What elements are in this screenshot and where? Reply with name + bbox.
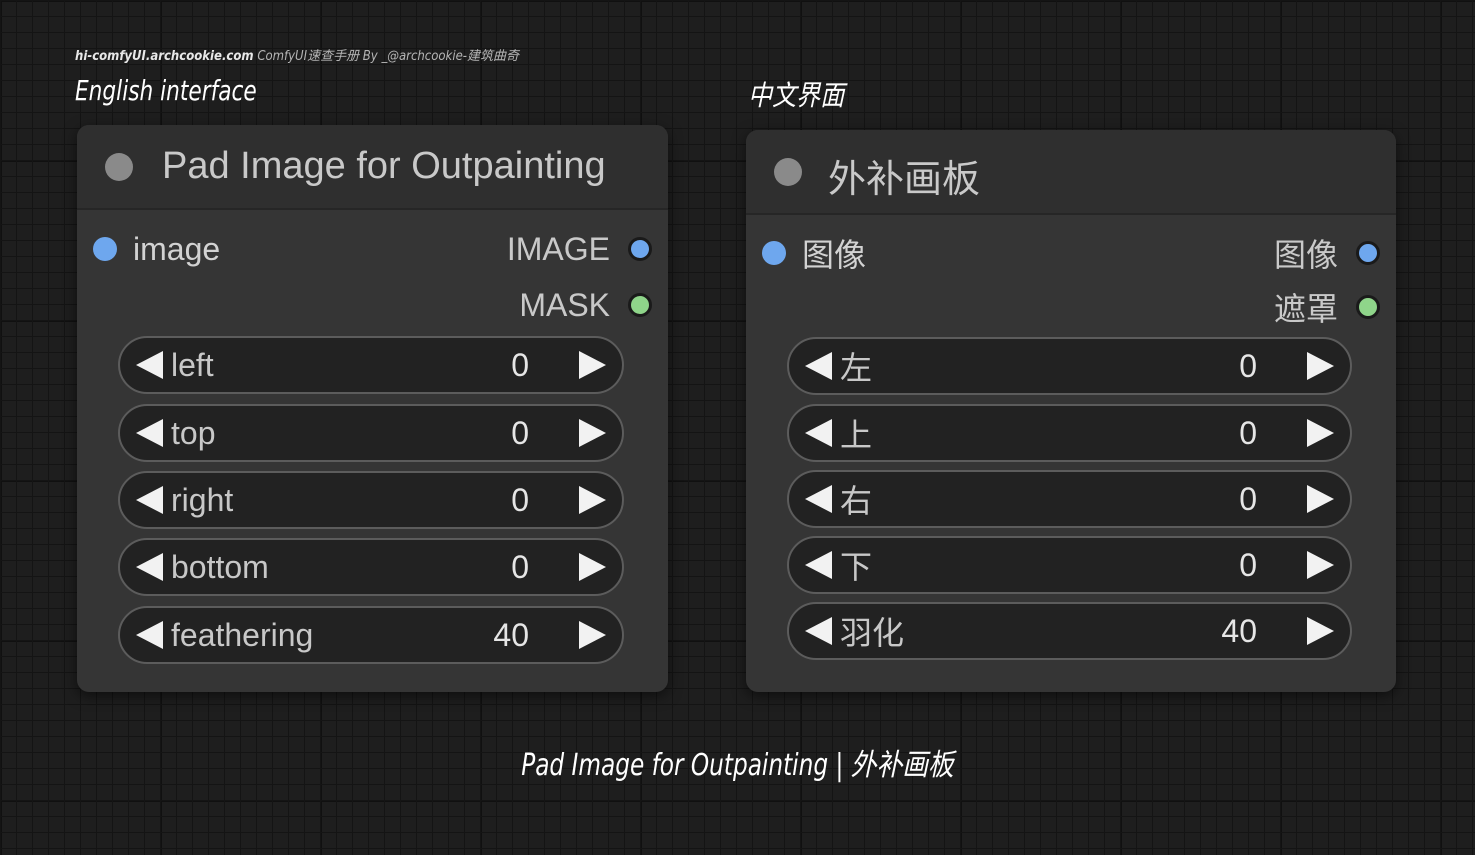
widget-value[interactable]: 0 xyxy=(1239,415,1257,452)
output-slot-label: IMAGE xyxy=(506,230,610,267)
credit-site: hi-comfyUI.archcookie.com xyxy=(75,49,254,64)
output-dot-icon[interactable] xyxy=(1356,295,1380,319)
widget-label: feathering xyxy=(171,616,314,653)
decrement-arrow-icon[interactable] xyxy=(136,351,163,379)
widget-label: 下 xyxy=(840,549,873,585)
widget-right[interactable]: 右 0 xyxy=(787,470,1352,528)
widget-value[interactable]: 0 xyxy=(511,482,529,519)
input-slot-label: 图像 xyxy=(802,237,867,273)
increment-arrow-icon[interactable] xyxy=(1307,419,1334,447)
widget-top[interactable]: top 0 xyxy=(118,404,624,462)
credit-line: hi-comfyUI.archcookie.com ComfyUI速查手册 By… xyxy=(75,45,519,64)
widget-value[interactable]: 0 xyxy=(511,415,529,452)
widget-left[interactable]: left 0 xyxy=(118,336,624,394)
output-slot-mask[interactable]: 遮罩 xyxy=(1274,287,1380,327)
output-dot-icon[interactable] xyxy=(1356,241,1380,265)
widget-left[interactable]: 左 0 xyxy=(787,337,1352,395)
increment-arrow-icon[interactable] xyxy=(1307,551,1334,579)
widget-label: right xyxy=(171,481,234,518)
increment-arrow-icon[interactable] xyxy=(1307,617,1334,645)
widget-value[interactable]: 0 xyxy=(511,549,529,586)
widget-label: 上 xyxy=(840,417,873,453)
input-slot-image[interactable]: 图像 xyxy=(762,233,866,273)
increment-arrow-icon[interactable] xyxy=(579,553,606,581)
widget-value[interactable]: 0 xyxy=(511,347,529,384)
output-slot-image[interactable]: 图像 xyxy=(1274,233,1380,273)
decrement-arrow-icon[interactable] xyxy=(136,621,163,649)
increment-arrow-icon[interactable] xyxy=(579,419,606,447)
collapse-dot-icon[interactable] xyxy=(774,158,802,186)
increment-arrow-icon[interactable] xyxy=(579,621,606,649)
increment-arrow-icon[interactable] xyxy=(1307,485,1334,513)
caption: Pad Image for Outpainting | 外补画板 xyxy=(0,740,1475,784)
chinese-interface-label: 中文界面 xyxy=(748,79,845,112)
widget-value[interactable]: 0 xyxy=(1239,481,1257,518)
decrement-arrow-icon[interactable] xyxy=(805,352,832,380)
widget-bottom[interactable]: bottom 0 xyxy=(118,538,624,596)
english-interface-label: English interface xyxy=(75,74,257,107)
widget-top[interactable]: 上 0 xyxy=(787,404,1352,462)
widget-right[interactable]: right 0 xyxy=(118,471,624,529)
output-dot-icon[interactable] xyxy=(628,237,652,261)
node-header[interactable]: Pad Image for Outpainting xyxy=(77,125,668,210)
widget-label: bottom xyxy=(171,548,269,585)
input-dot-icon[interactable] xyxy=(93,237,117,261)
credit-author: ComfyUI速查手册 By _@archcookie-建筑曲奇 xyxy=(257,49,519,64)
node-title: 外补画板 xyxy=(828,159,981,201)
input-slot-label: image xyxy=(133,230,221,267)
decrement-arrow-icon[interactable] xyxy=(805,617,832,645)
widget-value[interactable]: 0 xyxy=(1239,348,1257,385)
decrement-arrow-icon[interactable] xyxy=(136,419,163,447)
decrement-arrow-icon[interactable] xyxy=(136,486,163,514)
node-title: Pad Image for Outpainting xyxy=(162,145,606,187)
node-header[interactable]: 外补画板 xyxy=(746,130,1396,215)
caption-text: Pad Image for Outpainting | 外补画板 xyxy=(521,748,954,783)
node-pad-image-en[interactable]: Pad Image for Outpainting image IMAGE MA… xyxy=(77,125,668,692)
widget-label: left xyxy=(171,346,214,383)
input-dot-icon[interactable] xyxy=(762,241,786,265)
widget-value[interactable]: 0 xyxy=(1239,547,1257,584)
input-slot-image[interactable]: image xyxy=(93,229,220,269)
widget-label: 右 xyxy=(840,483,873,519)
decrement-arrow-icon[interactable] xyxy=(136,553,163,581)
widget-feathering[interactable]: 羽化 40 xyxy=(787,602,1352,660)
increment-arrow-icon[interactable] xyxy=(579,486,606,514)
widget-bottom[interactable]: 下 0 xyxy=(787,536,1352,594)
decrement-arrow-icon[interactable] xyxy=(805,485,832,513)
widget-value[interactable]: 40 xyxy=(1221,613,1257,650)
node-pad-image-zh[interactable]: 外补画板 图像 图像 遮罩 左 0 上 0 右 0 下 0 羽化 40 xyxy=(746,130,1396,692)
output-slot-label: 图像 xyxy=(1273,237,1338,273)
increment-arrow-icon[interactable] xyxy=(1307,352,1334,380)
output-slot-label: 遮罩 xyxy=(1273,291,1338,327)
increment-arrow-icon[interactable] xyxy=(579,351,606,379)
output-dot-icon[interactable] xyxy=(628,293,652,317)
widget-label: 羽化 xyxy=(840,615,905,651)
output-slot-mask[interactable]: MASK xyxy=(519,285,652,325)
widget-feathering[interactable]: feathering 40 xyxy=(118,606,624,664)
output-slot-image[interactable]: IMAGE xyxy=(507,229,652,269)
collapse-dot-icon[interactable] xyxy=(105,153,133,181)
widget-label: top xyxy=(171,414,216,451)
widget-value[interactable]: 40 xyxy=(493,617,529,654)
decrement-arrow-icon[interactable] xyxy=(805,419,832,447)
widget-label: 左 xyxy=(840,350,873,386)
output-slot-label: MASK xyxy=(519,286,610,323)
decrement-arrow-icon[interactable] xyxy=(805,551,832,579)
